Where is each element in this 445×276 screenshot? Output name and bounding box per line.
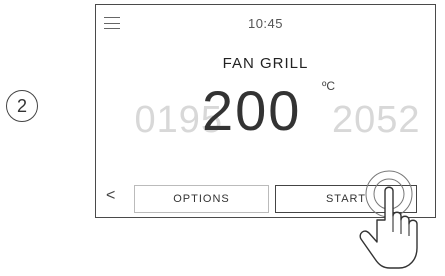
temperature-selector[interactable]: 0195 200 ºC 2052 bbox=[96, 79, 435, 145]
back-chevron-icon[interactable]: < bbox=[106, 187, 115, 205]
cooking-mode-title: FAN GRILL bbox=[222, 55, 309, 72]
clock-time: 10:45 bbox=[247, 16, 284, 31]
temperature-next-values: 2052 bbox=[332, 99, 421, 141]
step-number-badge: 2 bbox=[6, 90, 38, 122]
step-number: 2 bbox=[16, 95, 27, 116]
hand-pointer-icon bbox=[359, 170, 418, 269]
options-button[interactable]: OPTIONS bbox=[134, 185, 269, 213]
temperature-unit: ºC bbox=[322, 79, 336, 93]
temperature-current-value: 200 bbox=[202, 79, 302, 142]
